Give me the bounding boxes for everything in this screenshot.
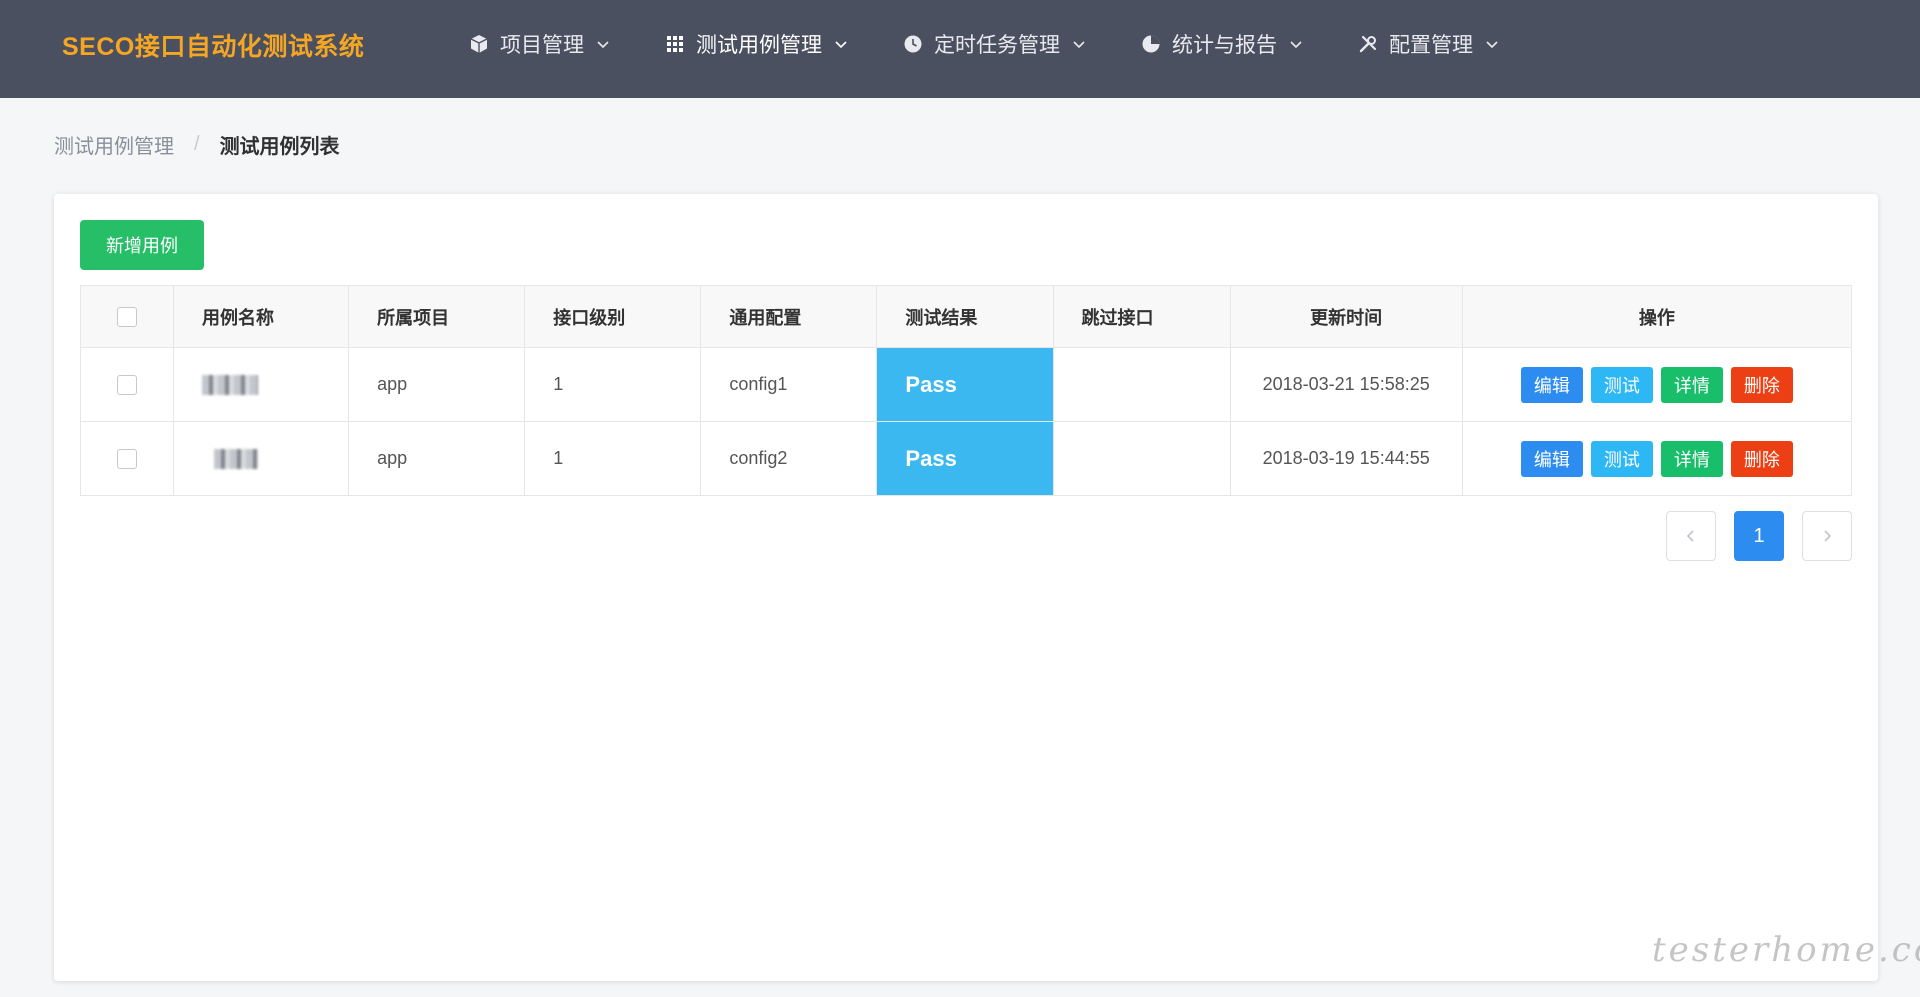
table-row: app 1 config2 Pass 2018-03-19 15:44:55 编… [79,421,1853,496]
test-button[interactable]: 测试 [1590,440,1653,477]
blurred-name-redaction [214,449,259,470]
chevron-left-icon [1686,530,1694,542]
nav-item-label: 定时任务管理 [934,34,1060,57]
row-checkbox[interactable] [117,375,138,396]
row-checkbox[interactable] [117,449,138,470]
cell-result-pass: Pass [876,347,1054,422]
test-button[interactable]: 测试 [1590,366,1653,403]
row-actions: 编辑 测试 详情 删除 [1463,366,1851,403]
cell-updated: 2018-03-21 15:58:25 [1229,347,1463,422]
cell-actions: 编辑 测试 详情 删除 [1461,421,1853,496]
edit-button[interactable]: 编辑 [1520,440,1583,477]
column-header-project[interactable]: 所属项目 [348,285,526,348]
breadcrumb-separator: / [194,133,200,155]
top-navbar: SECO接口自动化测试系统 项目管理 测试用例管理 定时任务管理 统计与报告 配… [0,0,1920,98]
cube-icon [468,33,490,55]
chevron-down-icon [834,37,848,51]
cell-project: app [348,347,526,422]
tools-icon [1357,33,1379,55]
table-row: app 1 config1 Pass 2018-03-21 15:58:25 编… [79,347,1853,422]
cell-project: app [348,421,526,496]
main-nav: 项目管理 测试用例管理 定时任务管理 统计与报告 配置管理 [468,24,1553,64]
cell-result-pass: Pass [876,421,1054,496]
next-page-button[interactable] [1802,511,1852,561]
row-select-cell [79,421,175,496]
cell-name [173,347,350,422]
breadcrumb-current: 测试用例列表 [219,136,340,158]
clock-icon [902,33,924,55]
prev-page-button[interactable] [1666,511,1716,561]
row-select-cell [79,347,175,422]
details-button[interactable]: 详情 [1660,366,1723,403]
cell-config: config2 [700,421,878,496]
app-title[interactable]: SECO接口自动化测试系统 [62,30,364,64]
cell-config: config1 [700,347,878,422]
chevron-right-icon [1824,530,1832,542]
nav-item-label: 统计与报告 [1172,34,1277,57]
column-header-updated[interactable]: 更新时间 [1229,285,1463,348]
column-header-actions: 操作 [1461,285,1853,348]
chevron-down-icon [1485,37,1499,51]
edit-button[interactable]: 编辑 [1520,366,1583,403]
table-header-row: 用例名称 所属项目 接口级别 通用配置 测试结果 跳过接口 更新时间 操作 [79,285,1853,348]
testcase-list-card: 新增用例 用例名称 所属项目 接口级别 通用配置 测试结果 跳过接口 更新时间 … [54,194,1878,981]
column-header-name[interactable]: 用例名称 [173,285,350,348]
nav-item-label: 测试用例管理 [696,34,822,57]
column-header-skip[interactable]: 跳过接口 [1052,285,1231,348]
column-header-level[interactable]: 接口级别 [524,285,702,348]
cell-name [173,421,350,496]
cell-skip [1052,347,1231,422]
details-button[interactable]: 详情 [1660,440,1723,477]
nav-item-config[interactable]: 配置管理 [1357,24,1499,64]
watermark: testerhome.com [1652,930,1920,970]
nav-item-reports[interactable]: 统计与报告 [1140,24,1303,64]
pagination: 1 [1666,511,1852,561]
nav-item-testcases[interactable]: 测试用例管理 [664,24,848,64]
chevron-down-icon [596,37,610,51]
cell-actions: 编辑 测试 详情 删除 [1461,347,1853,422]
breadcrumb: 测试用例管理 / 测试用例列表 [54,130,340,159]
pie-chart-icon [1140,33,1162,55]
delete-button[interactable]: 删除 [1730,440,1793,477]
cell-skip [1052,421,1231,496]
grid-icon [664,33,686,55]
breadcrumb-parent[interactable]: 测试用例管理 [54,130,174,159]
nav-item-label: 项目管理 [500,34,584,57]
page-button-current[interactable]: 1 [1734,511,1784,561]
select-all-checkbox[interactable] [117,307,138,328]
nav-item-scheduled-tasks[interactable]: 定时任务管理 [902,24,1086,64]
chevron-down-icon [1289,37,1303,51]
cell-level: 1 [524,421,702,496]
cell-updated: 2018-03-19 15:44:55 [1229,421,1463,496]
add-testcase-button[interactable]: 新增用例 [80,220,204,270]
cell-level: 1 [524,347,702,422]
blurred-name-redaction [202,375,259,396]
chevron-down-icon [1072,37,1086,51]
column-header-result[interactable]: 测试结果 [876,285,1054,348]
nav-item-projects[interactable]: 项目管理 [468,24,610,64]
nav-item-label: 配置管理 [1389,34,1473,57]
select-all-cell [79,285,175,348]
column-header-config[interactable]: 通用配置 [700,285,878,348]
delete-button[interactable]: 删除 [1730,366,1793,403]
testcase-table: 用例名称 所属项目 接口级别 通用配置 测试结果 跳过接口 更新时间 操作 ap… [79,285,1853,496]
row-actions: 编辑 测试 详情 删除 [1463,440,1851,477]
